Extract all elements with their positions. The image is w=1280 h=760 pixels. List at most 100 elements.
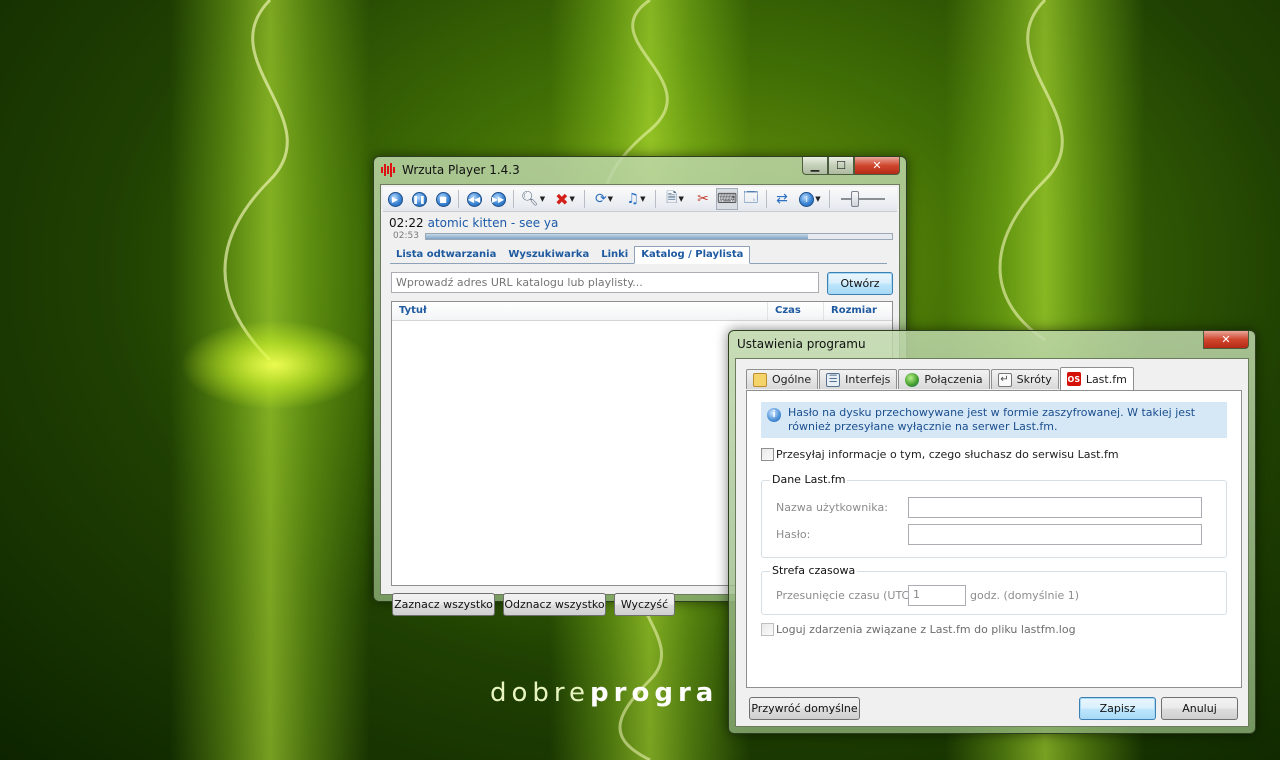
pause-button[interactable]: ❚❚ — [408, 188, 430, 210]
scrobble-checkbox-row[interactable]: Przesyłaj informacje o tym, czego słucha… — [761, 448, 1119, 461]
search-icon: 🔍︎ — [520, 191, 539, 207]
now-playing: 02:22 atomic kitten - see ya — [389, 216, 558, 230]
next-button[interactable]: ▶▶ — [487, 188, 509, 210]
play-icon: ▶ — [387, 191, 403, 207]
chevron-down-icon: ▼ — [569, 195, 575, 203]
wallpaper-glow — [180, 320, 370, 410]
list-header: Tytuł Czas Rozmiar — [392, 302, 892, 321]
previous-icon: ◀◀ — [466, 191, 482, 207]
scrobble-checkbox[interactable] — [761, 448, 774, 461]
chevron-down-icon: ▼ — [678, 195, 684, 203]
log-checkbox-row[interactable]: Loguj zdarzenia związane z Last.fm do pl… — [761, 623, 1076, 636]
tab-general[interactable]: Ogólne — [746, 369, 819, 389]
toolbar-separator — [655, 190, 656, 208]
toolbar-separator — [458, 190, 459, 208]
cancel-button[interactable]: Anuluj — [1161, 697, 1238, 720]
catalog-url-input[interactable] — [391, 272, 819, 293]
globe-icon — [905, 372, 920, 387]
playlist-file-button[interactable]: 🗎 ▼ — [660, 188, 690, 210]
info-icon: i — [767, 408, 781, 422]
enter-key-icon: ↵ — [997, 372, 1012, 387]
player-toolbar: ▶ ❚❚ ■ ◀◀ ▶▶ 🔍︎ ▼ ✖ ▼ ⟳ ▼ ♫ ▼ 🗎 ▼ ✂ ⌨ 🗔 ⇄ i ▼ — [383, 187, 897, 212]
info-icon: i — [799, 191, 815, 207]
select-all-button[interactable]: Zaznacz wszystko — [392, 593, 495, 616]
timezone-group-title: Strefa czasowa — [770, 564, 858, 577]
toolbar-separator — [766, 190, 767, 208]
total-time: 02:53 — [393, 231, 419, 241]
volume-slider[interactable] — [841, 191, 885, 207]
refresh-icon: ⇄ — [776, 191, 788, 207]
window-icon: 🗔 — [743, 190, 759, 206]
window-button[interactable]: 🗔 — [740, 188, 762, 210]
tab-shortcuts-label: Skróty — [1016, 373, 1052, 386]
tab-shortcuts[interactable]: ↵ Skróty — [990, 369, 1059, 389]
seek-bar[interactable] — [425, 233, 893, 240]
tab-links[interactable]: Linki — [595, 247, 634, 263]
tab-lastfm[interactable]: OS Last.fm — [1059, 367, 1134, 390]
tab-connections[interactable]: Połączenia — [898, 369, 990, 389]
keyboard-button[interactable]: ⌨ — [716, 188, 738, 210]
column-size[interactable]: Rozmiar — [824, 302, 892, 320]
column-title[interactable]: Tytuł — [392, 302, 768, 320]
previous-button[interactable]: ◀◀ — [463, 188, 485, 210]
settings-client: Ogólne ☰ Interfejs Połączenia ↵ Skróty OS L… — [735, 358, 1249, 727]
repeat-button[interactable]: ⟳ ▼ — [589, 188, 619, 210]
stop-button[interactable]: ■ — [432, 188, 454, 210]
settings-close-button[interactable]: ✕ — [1203, 331, 1249, 349]
username-input[interactable] — [908, 497, 1202, 518]
timezone-group: Strefa czasowa Przesunięcie czasu (UTC):… — [761, 564, 1227, 615]
lastfm-page: i Hasło na dysku przechowywane jest w fo… — [746, 390, 1242, 688]
clear-button[interactable]: Wyczyść — [614, 593, 675, 616]
tab-playlist[interactable]: Lista odtwarzania — [390, 247, 502, 263]
settings-titlebar[interactable]: Ustawienia programu ✕ — [729, 331, 1255, 357]
player-titlebar[interactable]: Wrzuta Player 1.4.3 ▁ ☐ ✕ — [374, 157, 906, 183]
chevron-down-icon: ▼ — [607, 195, 614, 203]
interface-window-icon: ☰ — [826, 372, 841, 387]
refresh-button[interactable]: ⇄ — [771, 188, 793, 210]
maximize-button[interactable]: ☐ — [828, 157, 854, 175]
settings-dialog: Ustawienia programu ✕ Ogólne ☰ Interfejs … — [728, 330, 1256, 734]
tab-search[interactable]: Wyszukiwarka — [502, 247, 595, 263]
offset-input[interactable]: 1 — [908, 585, 966, 606]
seek-bar-fill — [426, 234, 809, 239]
deselect-all-button[interactable]: Odznacz wszystko — [503, 593, 606, 616]
stop-icon: ■ — [435, 191, 451, 207]
account-group-title: Dane Last.fm — [770, 473, 848, 486]
tab-catalog[interactable]: Katalog / Playlista — [634, 246, 751, 264]
remove-button[interactable]: ✖ ▼ — [550, 188, 580, 210]
play-button[interactable]: ▶ — [384, 188, 406, 210]
tab-lastfm-label: Last.fm — [1085, 372, 1127, 386]
music-note-icon: ♫ — [626, 191, 640, 207]
settings-tools-button[interactable]: ✂ — [692, 188, 714, 210]
scrobble-label: Przesyłaj informacje o tym, czego słucha… — [776, 448, 1119, 461]
next-icon: ▶▶ — [490, 191, 506, 207]
wrzuta-logo-icon — [380, 162, 396, 178]
chevron-down-icon: ▼ — [539, 195, 546, 203]
tab-interface[interactable]: ☰ Interfejs — [819, 369, 898, 389]
wallpaper-brand: dobreprogra — [490, 678, 719, 708]
account-group: Dane Last.fm Nazwa użytkownika: Hasło: — [761, 473, 1227, 558]
tab-general-label: Ogólne — [772, 373, 812, 386]
info-banner: i Hasło na dysku przechowywane jest w fo… — [761, 402, 1227, 438]
column-duration[interactable]: Czas — [768, 302, 824, 320]
folder-pencil-icon — [753, 372, 767, 387]
info-button[interactable]: i ▼ — [795, 188, 825, 210]
save-button[interactable]: Zapisz — [1079, 697, 1156, 720]
tab-connections-label: Połączenia — [924, 373, 983, 386]
username-label: Nazwa użytkownika: — [776, 501, 888, 514]
offset-suffix: godz. (domyślnie 1) — [970, 589, 1080, 602]
log-label: Loguj zdarzenia związane z Last.fm do pl… — [776, 623, 1076, 636]
minimize-button[interactable]: ▁ — [802, 157, 828, 175]
music-button[interactable]: ♫ ▼ — [621, 188, 651, 210]
delete-icon: ✖ — [555, 189, 569, 209]
lastfm-icon: OS — [1066, 372, 1081, 386]
close-button[interactable]: ✕ — [854, 157, 900, 175]
search-button[interactable]: 🔍︎ ▼ — [518, 188, 548, 210]
restore-defaults-button[interactable]: Przywróć domyślne — [749, 697, 860, 720]
volume-slider-thumb[interactable] — [851, 191, 859, 207]
open-button[interactable]: Otwórz — [827, 272, 893, 295]
password-input[interactable] — [908, 524, 1202, 545]
log-checkbox[interactable] — [761, 623, 774, 636]
player-tabs: Lista odtwarzania Wyszukiwarka Linki Kat… — [390, 245, 887, 264]
current-track[interactable]: atomic kitten - see ya — [428, 216, 559, 230]
